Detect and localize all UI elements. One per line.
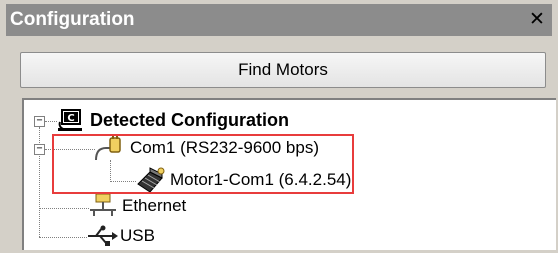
- ethernet-icon: [88, 193, 118, 223]
- tree-item-ethernet[interactable]: Ethernet: [122, 196, 186, 216]
- tree-connector: [39, 237, 87, 238]
- panel-titlebar: Configuration ✕: [6, 4, 552, 36]
- com1-collapse-toggle[interactable]: −: [34, 144, 45, 155]
- tree-item-com1[interactable]: Com1 (RS232-9600 bps): [130, 138, 319, 158]
- tree-connector: [110, 181, 136, 182]
- find-motors-button[interactable]: Find Motors: [20, 52, 546, 88]
- tree-item-motor1[interactable]: Motor1-Com1 (6.4.2.54): [170, 170, 351, 190]
- tree-item-detected-configuration[interactable]: Detected Configuration: [90, 110, 289, 131]
- tree-item-usb[interactable]: USB: [120, 226, 155, 246]
- svg-text:C: C: [67, 113, 74, 124]
- tree-connector: [39, 208, 89, 209]
- usb-icon: [86, 224, 118, 253]
- configuration-tree: − C Detected Configuration − Com1 (RS232…: [22, 98, 556, 250]
- tree-connector: [45, 149, 95, 150]
- close-icon[interactable]: ✕: [526, 4, 548, 36]
- config-c-icon: C: [56, 108, 84, 139]
- tree-connector: [110, 160, 111, 182]
- panel-title: Configuration: [10, 9, 135, 30]
- serial-port-icon: [92, 134, 126, 169]
- configuration-panel: Configuration ✕ Find Motors − C Detected…: [0, 0, 558, 250]
- root-collapse-toggle[interactable]: −: [34, 116, 45, 127]
